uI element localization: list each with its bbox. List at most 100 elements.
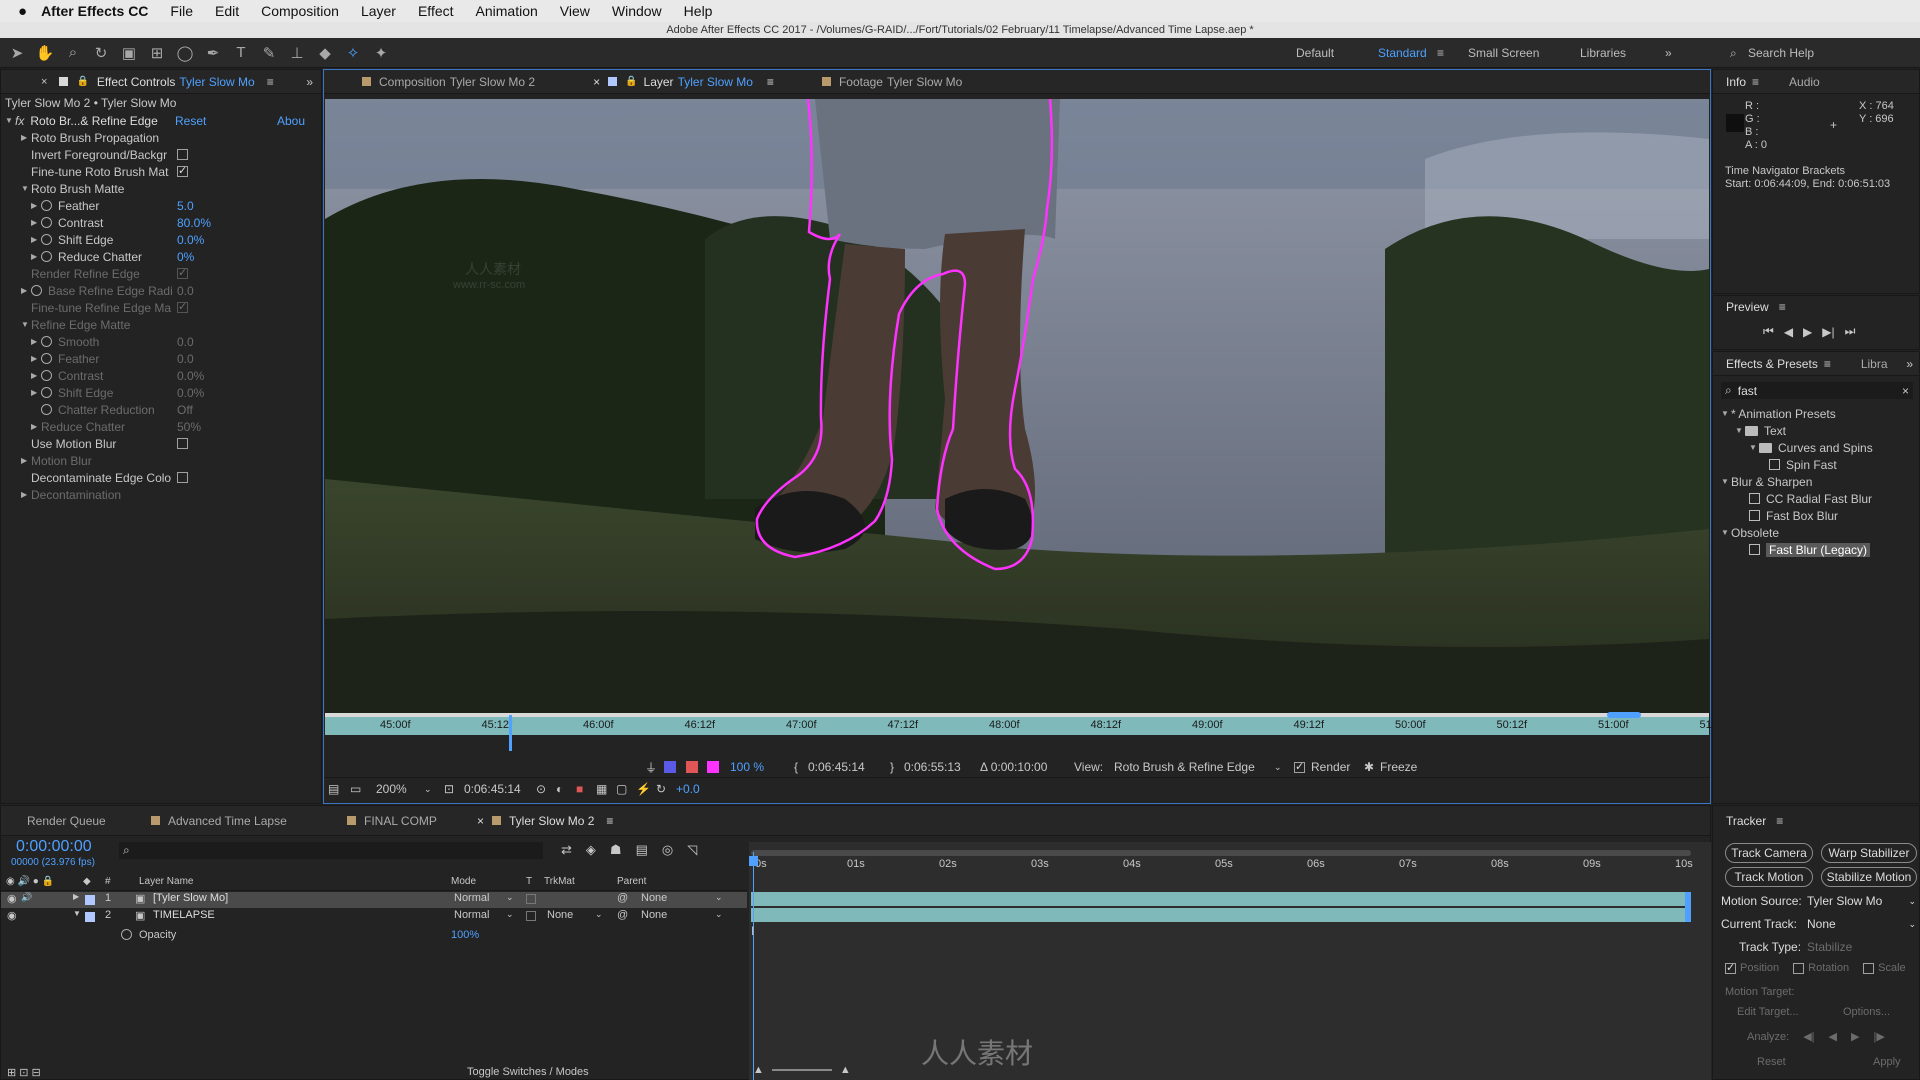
layer-name-header[interactable]: Layer Name	[139, 876, 193, 887]
menu-view[interactable]: View	[560, 3, 590, 19]
preserve-transparency-box[interactable]	[526, 911, 536, 921]
layer-name[interactable]: TIMELAPSE	[153, 909, 215, 921]
effect-controls-tab-label[interactable]: Effect Controls	[97, 75, 175, 89]
transparency-grid-icon[interactable]: ▦	[596, 782, 607, 796]
trkmat-chevron-icon[interactable]: ⌄	[595, 909, 603, 920]
layer-name[interactable]: [Tyler Slow Mo]	[153, 892, 228, 904]
time-navigator-handle[interactable]	[1607, 712, 1641, 718]
timeline-tab[interactable]: Render Queue	[27, 806, 106, 836]
expand-category-icon[interactable]: ▼	[1721, 528, 1731, 537]
type-tool-icon[interactable]: T	[230, 42, 252, 64]
expand-property-icon[interactable]: ▶	[31, 337, 41, 346]
show-snapshot-icon[interactable]: ◐	[556, 782, 563, 796]
effects-search-input[interactable]: fast	[1738, 384, 1757, 398]
matte-color-swatch[interactable]	[707, 761, 719, 773]
preserve-transparency-box[interactable]	[526, 894, 536, 904]
layer-row[interactable]: ◉ ▼ 2 ▣ TIMELAPSE Normal ⌄ None ⌄ @ None ⌄	[1, 909, 747, 925]
render-checkbox[interactable]	[1294, 760, 1305, 773]
expand-property-icon[interactable]: ▶	[31, 354, 41, 363]
close-tab-icon[interactable]: ×	[477, 814, 484, 828]
effect-reset-button[interactable]: Reset	[175, 114, 206, 128]
menu-file[interactable]: File	[170, 3, 193, 19]
first-frame-icon[interactable]: ⏮	[1763, 324, 1774, 339]
zoom-chevron-icon[interactable]: ⌄	[424, 784, 432, 795]
options-button[interactable]: Options...	[1843, 1006, 1890, 1018]
parent-chevron-icon[interactable]: ⌄	[715, 909, 723, 920]
monitor-icon[interactable]: ▭	[350, 782, 361, 796]
fast-previews-icon[interactable]: ⚡	[636, 782, 651, 796]
property-value[interactable]: 0.0	[177, 284, 194, 298]
property-value[interactable]: 0.0	[177, 352, 194, 366]
reset-exposure-icon[interactable]: ↻	[656, 782, 666, 796]
layer-time-ruler[interactable]: 45:00f 45:12f 46:00f 46:12f 47:00f 47:12f 48:0…	[325, 717, 1715, 735]
parent-chevron-icon[interactable]: ⌄	[715, 892, 723, 903]
stopwatch-icon[interactable]	[41, 387, 52, 398]
opacity-stopwatch-icon[interactable]	[121, 929, 132, 940]
motion-source-chevron-icon[interactable]: ⌄	[1908, 896, 1916, 907]
property-value[interactable]: 5.0	[177, 199, 194, 213]
property-checkbox[interactable]	[177, 164, 188, 177]
ellipse-tool-icon[interactable]: ◯	[174, 42, 196, 64]
rotate-tool-icon[interactable]: ↻	[90, 42, 112, 64]
expand-layer-icon[interactable]: ▼	[73, 909, 81, 918]
timeline-tab[interactable]: Advanced Time Lapse	[151, 806, 287, 836]
panel-menu-icon[interactable]: ≡	[606, 814, 613, 828]
alpha-icon[interactable]: ⏚	[645, 759, 657, 776]
property-value[interactable]: 0.0%	[177, 369, 204, 383]
current-time-handle[interactable]	[749, 856, 758, 866]
tab-info[interactable]: Info	[1713, 70, 1752, 94]
comp-mini-flowchart-icon[interactable]: ⇄	[561, 842, 572, 858]
timeline-timecode[interactable]: 0:00:00:00	[16, 838, 92, 856]
menu-animation[interactable]: Animation	[476, 3, 538, 19]
property-value[interactable]: 0.0	[177, 335, 194, 349]
apple-icon[interactable]: ●	[18, 3, 27, 20]
clear-search-icon[interactable]: ×	[1902, 384, 1909, 398]
stopwatch-icon[interactable]	[41, 353, 52, 364]
tab-audio[interactable]: Audio	[1759, 70, 1834, 94]
stopwatch-icon[interactable]	[41, 200, 52, 211]
show-channel-icon[interactable]	[664, 761, 676, 773]
edit-target-button[interactable]: Edit Target...	[1737, 1006, 1799, 1018]
search-help-field[interactable]: Search Help	[1748, 46, 1814, 60]
frame-blending-icon[interactable]: ▤	[636, 842, 648, 858]
draft-3d-icon[interactable]: ◈	[586, 842, 596, 858]
stopwatch-icon[interactable]	[41, 370, 52, 381]
expand-property-icon[interactable]: ▶	[21, 456, 31, 465]
effects-tree-item[interactable]: Fast Box Blur	[1749, 507, 1838, 524]
current-time[interactable]: 0:06:45:14	[464, 782, 521, 796]
menu-edit[interactable]: Edit	[215, 3, 239, 19]
freeze-button[interactable]: Freeze	[1380, 760, 1417, 774]
expand-property-icon[interactable]: ▶	[31, 218, 41, 227]
expand-property-icon[interactable]: ▶	[31, 201, 41, 210]
expand-property-icon[interactable]: ▶	[21, 490, 31, 499]
lock-icon[interactable]: 🔒	[76, 76, 88, 87]
property-value[interactable]: 0%	[177, 250, 194, 264]
current-track-chevron-icon[interactable]: ⌄	[1908, 919, 1916, 930]
track-camera-button[interactable]: Track Camera	[1725, 843, 1813, 863]
stopwatch-icon[interactable]	[41, 336, 52, 347]
expand-property-icon[interactable]: ▶	[31, 388, 41, 397]
zoom-tool-icon[interactable]: ⌕	[62, 42, 84, 64]
time-ruler[interactable]: 0s 01s 02s 03s 04s 05s 06s 07s 08s 09s 10s	[755, 856, 1693, 872]
lock-icon[interactable]: 🔒	[625, 76, 637, 87]
expand-property-icon[interactable]: ▼	[21, 184, 31, 193]
menu-help[interactable]: Help	[684, 3, 713, 19]
analyze-backward-icon[interactable]: ◀	[1829, 1030, 1837, 1043]
effects-tree-item[interactable]: ▼ Obsolete	[1721, 524, 1779, 541]
current-time-indicator[interactable]	[753, 852, 754, 1080]
play-icon[interactable]: ▶	[1803, 325, 1812, 339]
position-checkbox[interactable]	[1725, 961, 1736, 974]
trkmat-dropdown[interactable]: None	[547, 909, 573, 921]
timeline-tab[interactable]: × Tyler Slow Mo 2 ≡	[477, 806, 613, 836]
panel-menu-icon[interactable]: ≡	[1779, 300, 1786, 314]
layer-bar-2[interactable]	[751, 908, 1687, 922]
tab-effects-presets[interactable]: Effects & Presets	[1713, 352, 1824, 376]
menu-layer[interactable]: Layer	[361, 3, 396, 19]
expand-property-icon[interactable]: ▶	[21, 133, 31, 142]
overlay-opacity-value[interactable]: 100 %	[730, 760, 764, 774]
workspace-standard[interactable]: Standard	[1378, 46, 1427, 60]
stopwatch-icon[interactable]	[41, 251, 52, 262]
expand-panel-icon[interactable]: »	[1906, 357, 1913, 371]
graph-editor-icon[interactable]: ◹	[687, 842, 697, 858]
workspace-small-screen[interactable]: Small Screen	[1468, 46, 1539, 60]
